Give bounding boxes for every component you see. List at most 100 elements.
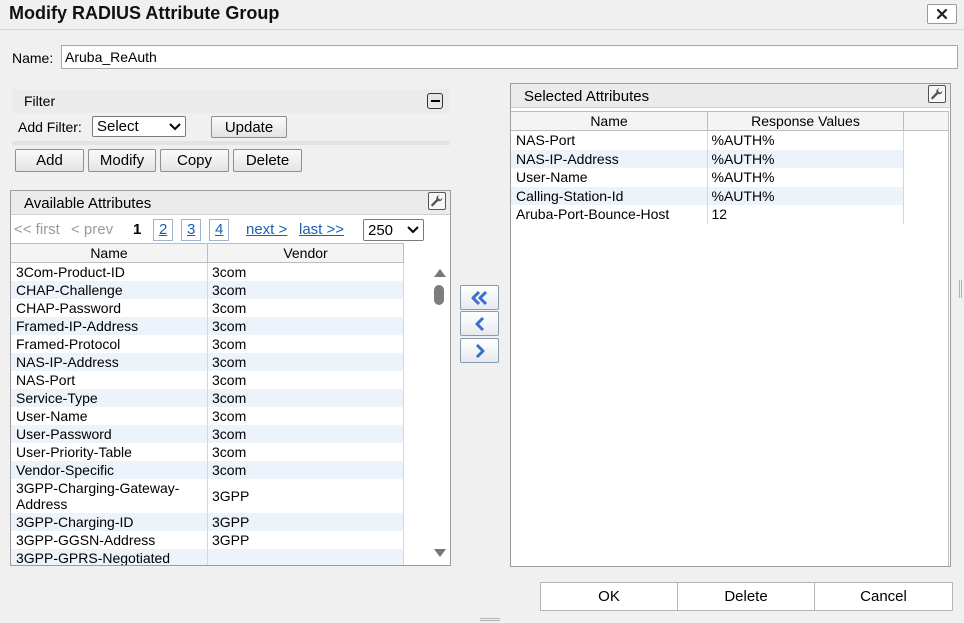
vendor-cell: 3com	[208, 263, 404, 281]
page-2-link[interactable]: 2	[153, 219, 174, 241]
page-size-select[interactable]: 250	[363, 219, 424, 241]
response-value-cell: %AUTH%	[711, 169, 775, 185]
table-row[interactable]: 3GPP-GGSN-Address 3GPP	[11, 531, 404, 549]
side-resize-grip[interactable]	[959, 280, 962, 298]
last-page-link[interactable]: last >>	[299, 221, 344, 238]
table-row[interactable]: NAS-IP-Address 3com	[11, 353, 404, 371]
page-4-link[interactable]: 4	[209, 219, 230, 241]
table-row[interactable]: Service-Type 3com	[11, 389, 404, 407]
table-row[interactable]: User-Name %AUTH%	[511, 168, 904, 187]
selected-attributes-title: Selected Attributes	[524, 88, 650, 105]
table-row[interactable]: 3Com-Product-ID 3com	[11, 263, 404, 281]
add-selected-button[interactable]	[460, 311, 499, 336]
vendor-cell: 3GPP	[208, 531, 404, 549]
delete-attribute-button[interactable]: Delete	[233, 149, 302, 172]
response-value-cell: %AUTH%	[711, 150, 775, 167]
attribute-name-cell: Framed-Protocol	[11, 335, 208, 353]
table-row[interactable]: Vendor-Specific 3com	[11, 461, 404, 479]
vendor-cell: 3com	[208, 317, 404, 335]
scroll-down-icon[interactable]	[434, 549, 446, 557]
table-row[interactable]: Framed-Protocol 3com	[11, 335, 404, 353]
chevron-down-icon	[169, 122, 181, 130]
column-header-vendor[interactable]: Vendor	[208, 244, 404, 262]
minus-icon	[430, 100, 440, 102]
available-scrollbar[interactable]	[431, 263, 449, 565]
available-attributes-panel: Available Attributes << first < prev 1 2…	[10, 190, 451, 566]
available-attributes-header: Available Attributes	[11, 191, 450, 215]
table-row[interactable]: CHAP-Password 3com	[11, 299, 404, 317]
table-row[interactable]: NAS-IP-Address %AUTH%	[511, 149, 904, 168]
dialog-title: Modify RADIUS Attribute Group	[9, 3, 280, 23]
attribute-name-cell: Vendor-Specific	[11, 461, 208, 479]
resize-grip[interactable]	[480, 618, 500, 621]
table-row[interactable]: User-Password 3com	[11, 425, 404, 443]
vendor-cell: 3GPP	[208, 479, 404, 513]
table-row[interactable]: 3GPP-GPRS-Negotiated	[11, 549, 404, 565]
delete-button[interactable]: Delete	[677, 582, 815, 611]
attribute-name-cell: Service-Type	[11, 389, 208, 407]
first-page-link[interactable]: << first	[14, 221, 60, 238]
collapse-filter-button[interactable]	[427, 93, 443, 109]
add-filter-select-value: Select	[97, 118, 139, 135]
table-row[interactable]: NAS-Port %AUTH%	[511, 131, 904, 150]
vendor-cell: 3com	[208, 443, 404, 461]
add-all-button[interactable]	[460, 285, 499, 310]
add-button[interactable]: Add	[15, 149, 84, 172]
copy-button[interactable]: Copy	[160, 149, 229, 172]
cancel-button[interactable]: Cancel	[814, 582, 953, 611]
vendor-cell: 3GPP	[208, 513, 404, 531]
table-row[interactable]: CHAP-Challenge 3com	[11, 281, 404, 299]
page-size-value: 250	[368, 221, 394, 239]
update-button[interactable]: Update	[211, 116, 287, 138]
name-input[interactable]	[61, 45, 958, 69]
table-row[interactable]: Framed-IP-Address 3com	[11, 317, 404, 335]
table-row[interactable]: User-Priority-Table 3com	[11, 443, 404, 461]
attribute-name-cell: User-Name	[11, 407, 208, 425]
table-row[interactable]: User-Name 3com	[11, 407, 404, 425]
page-3-link[interactable]: 3	[181, 219, 202, 241]
table-row[interactable]: NAS-Port 3com	[11, 371, 404, 389]
filter-title: Filter	[24, 93, 56, 109]
remove-selected-button[interactable]	[460, 338, 499, 363]
selected-attributes-header: Selected Attributes	[511, 84, 950, 108]
available-table-body: 3Com-Product-ID 3com CHAP-Challenge 3com CHA…	[11, 263, 404, 565]
selected-settings-button[interactable]	[928, 85, 946, 103]
chevron-right-icon	[475, 343, 484, 358]
next-page-link[interactable]: next >	[246, 221, 287, 238]
attribute-name-cell: Framed-IP-Address	[11, 317, 208, 335]
ok-button[interactable]: OK	[540, 582, 678, 611]
attribute-name-cell: Aruba-Port-Bounce-Host	[511, 205, 708, 224]
vendor-cell: 3com	[208, 407, 404, 425]
attribute-name-cell: CHAP-Challenge	[11, 281, 208, 299]
vendor-cell: 3com	[208, 299, 404, 317]
attribute-name-cell: User-Name	[511, 168, 708, 187]
vendor-cell: 3com	[208, 371, 404, 389]
close-icon	[936, 8, 948, 20]
response-value-cell: %AUTH%	[711, 132, 775, 148]
table-row[interactable]: 3GPP-Charging-Gateway-Address 3GPP	[11, 479, 404, 513]
column-header-name[interactable]: Name	[511, 112, 708, 130]
vendor-cell: 3com	[208, 353, 404, 371]
vendor-cell: 3com	[208, 389, 404, 407]
vendor-cell: 3com	[208, 425, 404, 443]
filter-header	[12, 89, 449, 113]
scrollbar-thumb[interactable]	[434, 285, 444, 305]
attribute-name-cell: NAS-IP-Address	[511, 149, 708, 168]
current-page: 1	[133, 221, 142, 238]
available-attributes-title: Available Attributes	[24, 195, 152, 212]
table-row[interactable]: 3GPP-Charging-ID 3GPP	[11, 513, 404, 531]
attribute-name-cell: 3GPP-GPRS-Negotiated	[11, 549, 208, 565]
name-label: Name:	[12, 50, 54, 66]
modify-button[interactable]: Modify	[88, 149, 156, 172]
table-row[interactable]: Calling-Station-Id %AUTH%	[511, 186, 904, 205]
available-settings-button[interactable]	[428, 192, 446, 210]
table-row[interactable]: Aruba-Port-Bounce-Host 12	[511, 205, 904, 224]
pagination: << first < prev 1 2 3 4 next > last >> 2…	[11, 215, 450, 243]
scroll-up-icon[interactable]	[434, 269, 446, 277]
column-header-name[interactable]: Name	[11, 244, 208, 262]
close-button[interactable]	[927, 4, 957, 24]
vendor-cell: 3com	[208, 281, 404, 299]
add-filter-select[interactable]: Select	[92, 116, 186, 137]
column-header-response-values[interactable]: Response Values	[708, 112, 904, 130]
prev-page-link[interactable]: < prev	[71, 221, 113, 238]
